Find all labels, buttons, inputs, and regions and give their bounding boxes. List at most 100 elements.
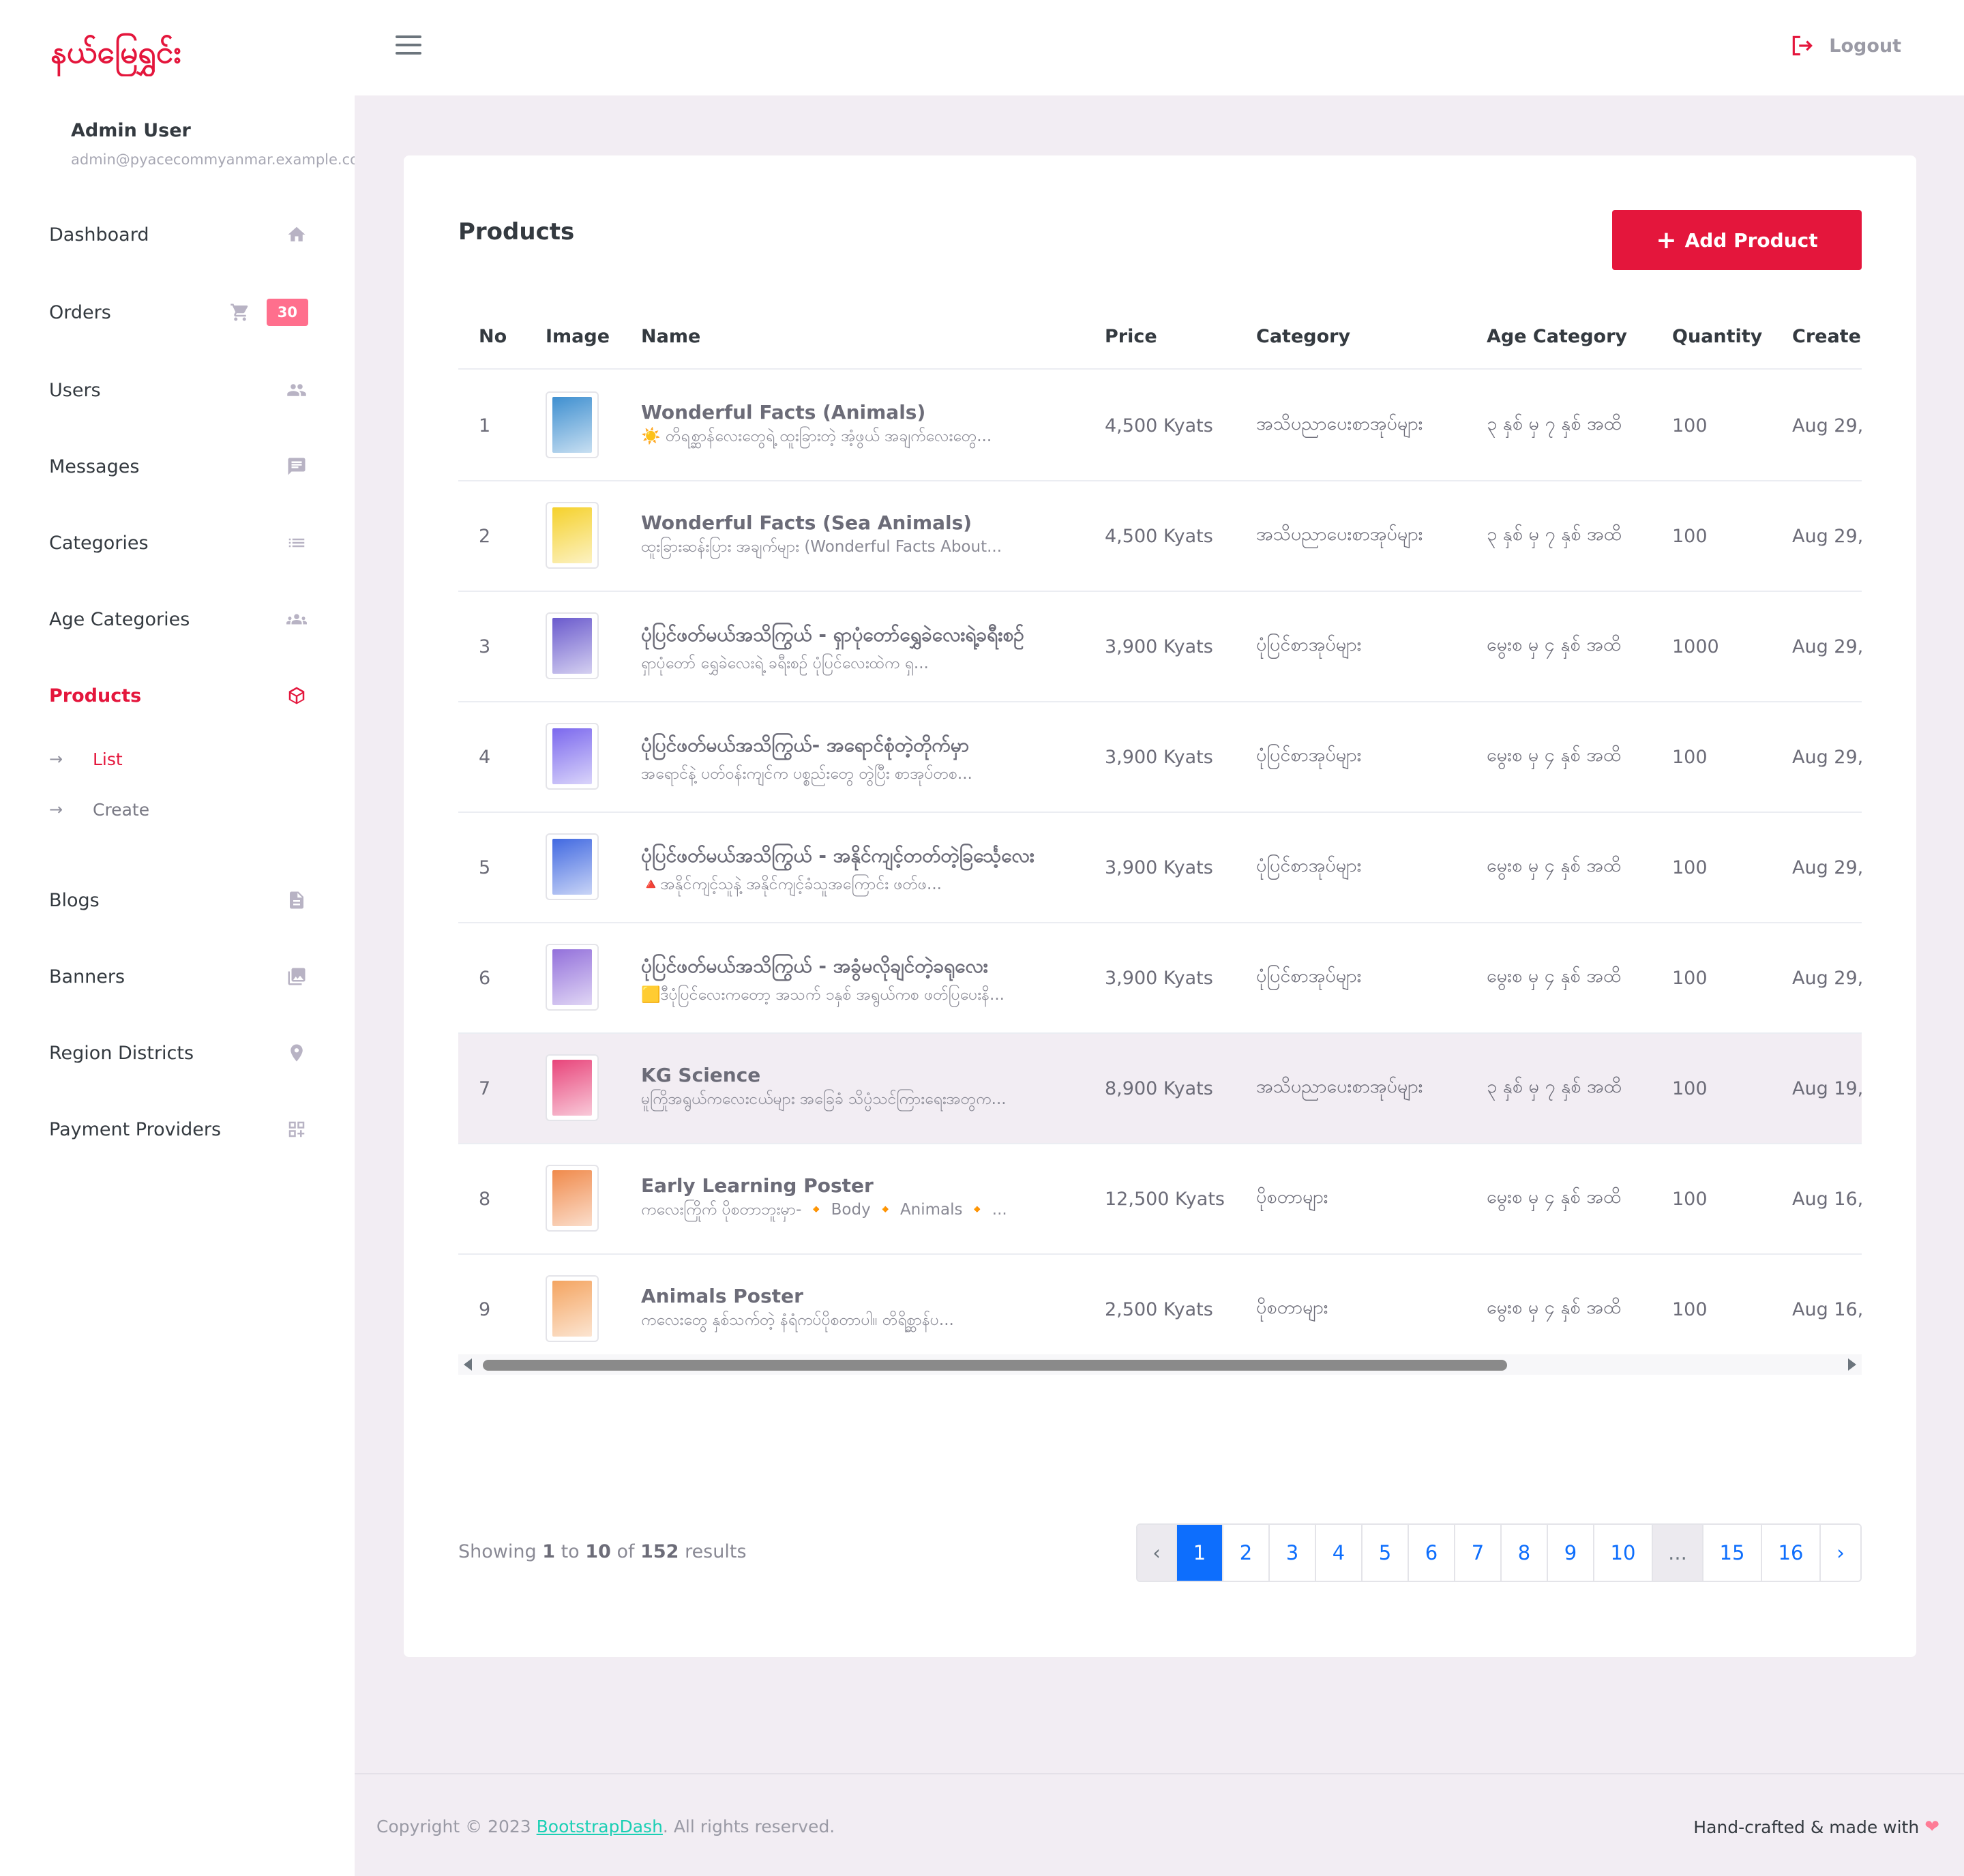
pagination-page-1[interactable]: 1 bbox=[1177, 1525, 1223, 1581]
pagination-page-15[interactable]: 15 bbox=[1703, 1525, 1762, 1581]
sidebar-item-products[interactable]: Products bbox=[49, 668, 308, 723]
pagination-page-7[interactable]: 7 bbox=[1455, 1525, 1502, 1581]
copyright: Copyright © 2023 BootstrapDash. All righ… bbox=[376, 1817, 835, 1836]
sidebar-subitem-create[interactable]: → Create bbox=[49, 792, 149, 827]
sidebar-item-dashboard[interactable]: Dashboard bbox=[49, 207, 308, 262]
product-name[interactable]: ပုံပြင်ဖတ်မယ်အသိကြွယ် - အခွံမလိုချင်တဲ့ခ… bbox=[641, 953, 1077, 982]
product-name[interactable]: ပုံပြင်ဖတ်မယ်အသိကြွယ် - အနိုင်ကျင့်တတ်တဲ… bbox=[641, 843, 1077, 872]
column-header-category[interactable]: Category bbox=[1256, 326, 1350, 347]
column-header-price[interactable]: Price bbox=[1105, 326, 1157, 347]
cell-category: ပုံပြင်စာအုပ်များ bbox=[1256, 634, 1362, 655]
product-name[interactable]: Wonderful Facts (Animals) bbox=[641, 401, 1077, 423]
pagination-page-4[interactable]: 4 bbox=[1316, 1525, 1363, 1581]
product-image[interactable] bbox=[546, 1165, 599, 1232]
pagination-page-3[interactable]: 3 bbox=[1270, 1525, 1316, 1581]
pagination-page-6[interactable]: 6 bbox=[1409, 1525, 1455, 1581]
column-header-created[interactable]: Created bbox=[1792, 326, 1862, 347]
sidebar-item-label: Payment Providers bbox=[49, 1118, 222, 1140]
product-name[interactable]: KG Science bbox=[641, 1064, 1077, 1086]
table-row[interactable]: 3 ပုံပြင်ဖတ်မယ်အသိကြွယ် - ရှာပုံတော်ရွှေခ… bbox=[458, 592, 1862, 702]
product-description: ကလေးတွေ နှစ်သက်တဲ့ နံရံကပ်ပိုစတာပါ။ တိရိ… bbox=[641, 1311, 954, 1329]
product-image[interactable] bbox=[546, 502, 599, 569]
sidebar-item-banners[interactable]: Banners bbox=[49, 949, 308, 1004]
product-image[interactable] bbox=[546, 1275, 599, 1342]
pagination-next[interactable]: › bbox=[1821, 1525, 1860, 1581]
column-header-quantity[interactable]: Quantity bbox=[1672, 326, 1762, 347]
sidebar-item-label: Messages bbox=[49, 456, 140, 477]
logout-button[interactable]: Logout bbox=[1789, 33, 1901, 59]
cell-category: အသိပညာပေးစာအုပ်များ bbox=[1256, 524, 1423, 545]
table-row[interactable]: 1 Wonderful Facts (Animals) ☀️ တိရစ္ဆာန်လေ… bbox=[458, 371, 1862, 481]
cell-price: 3,900 Kyats bbox=[1105, 636, 1213, 657]
product-image[interactable] bbox=[546, 1054, 599, 1121]
product-image[interactable] bbox=[546, 612, 599, 679]
cell-no: 7 bbox=[479, 1077, 491, 1099]
sidebar-item-payment-providers[interactable]: Payment Providers bbox=[49, 1102, 308, 1157]
cell-price: 2,500 Kyats bbox=[1105, 1298, 1213, 1320]
cell-age-category: မွေးစ မှ ၄ နှစ် အထိ bbox=[1487, 745, 1622, 766]
cell-quantity: 100 bbox=[1672, 857, 1708, 878]
pagination-page-9[interactable]: 9 bbox=[1548, 1525, 1594, 1581]
table-row[interactable]: 8 Early Learning Poster ကလေးကြိုက် ပိုစတာဘ… bbox=[458, 1144, 1862, 1255]
product-name[interactable]: ပုံပြင်ဖတ်မယ်အသိကြွယ်- အရောင်စုံတဲ့တိုက်… bbox=[641, 732, 1077, 761]
sidebar-item-orders[interactable]: Orders 30 bbox=[49, 285, 308, 340]
cell-created: Aug 29, bbox=[1792, 636, 1862, 657]
sidebar-item-messages[interactable]: Messages bbox=[49, 439, 308, 494]
pagination-page-8[interactable]: 8 bbox=[1502, 1525, 1548, 1581]
add-product-button[interactable]: + Add Product bbox=[1612, 210, 1862, 270]
qrcode-icon bbox=[285, 1118, 308, 1141]
product-description: 🔺အနိုင်ကျင့်သူနဲ့ အနိုင်ကျင့်ခံသူအကြောင်… bbox=[641, 876, 942, 893]
made-with: Hand-crafted & made with ❤ bbox=[1693, 1817, 1939, 1837]
pagination-page-5[interactable]: 5 bbox=[1363, 1525, 1409, 1581]
sidebar-item-age-categories[interactable]: Age Categories bbox=[49, 592, 308, 646]
cell-age-category: မွေးစ မှ ၄ နှစ် အထိ bbox=[1487, 855, 1622, 876]
product-image[interactable] bbox=[546, 833, 599, 900]
product-name[interactable]: Wonderful Facts (Sea Animals) bbox=[641, 511, 1077, 534]
product-image[interactable] bbox=[546, 944, 599, 1011]
book-cover-icon bbox=[552, 839, 592, 895]
pagination-page-10[interactable]: 10 bbox=[1594, 1525, 1653, 1581]
brand-logo[interactable]: နယ်မြေရွှင်း bbox=[49, 27, 240, 76]
product-image[interactable] bbox=[546, 391, 599, 458]
pagination-page-16[interactable]: 16 bbox=[1762, 1525, 1821, 1581]
scroll-right-icon[interactable] bbox=[1848, 1358, 1856, 1371]
cell-age-category: ၃ နှစ် မှ ၇ နှစ် အထိ bbox=[1487, 1076, 1622, 1097]
column-header-name[interactable]: Name bbox=[641, 326, 700, 347]
sidebar-item-categories[interactable]: Categories bbox=[49, 516, 308, 570]
menu-toggle-icon[interactable] bbox=[396, 35, 421, 56]
pagination-prev[interactable]: ‹ bbox=[1137, 1525, 1177, 1581]
sidebar-item-label: Orders bbox=[49, 301, 111, 323]
cell-price: 3,900 Kyats bbox=[1105, 857, 1213, 878]
column-header-image[interactable]: Image bbox=[546, 326, 610, 347]
cell-no: 9 bbox=[479, 1298, 491, 1320]
sidebar-item-label: Products bbox=[49, 685, 142, 706]
table-row[interactable]: 5 ပုံပြင်ဖတ်မယ်အသိကြွယ် - အနိုင်ကျင့်တတ်တ… bbox=[458, 813, 1862, 923]
table-row[interactable]: 9 Animals Poster ကလေးတွေ နှစ်သက်တဲ့ နံရံကပ… bbox=[458, 1255, 1862, 1349]
horizontal-scrollbar[interactable] bbox=[458, 1354, 1862, 1375]
sidebar-item-region-districts[interactable]: Region Districts bbox=[49, 1026, 308, 1080]
book-cover-icon bbox=[552, 618, 592, 674]
product-name[interactable]: ပုံပြင်ဖတ်မယ်အသိကြွယ် - ရှာပုံတော်ရွှေခဲ… bbox=[641, 622, 1077, 651]
cell-quantity: 100 bbox=[1672, 525, 1708, 547]
table-row[interactable]: 7 KG Science မူကြိုအရွယ်ကလေးငယ်များ အခြေခံ… bbox=[458, 1034, 1862, 1144]
table-row[interactable]: 6 ပုံပြင်ဖတ်မယ်အသိကြွယ် - အခွံမလိုချင်တဲ့… bbox=[458, 923, 1862, 1034]
logout-label: Logout bbox=[1829, 35, 1901, 57]
table-row[interactable]: 2 Wonderful Facts (Sea Animals) ထူးခြားဆန်… bbox=[458, 481, 1862, 592]
column-header-age-category[interactable]: Age Category bbox=[1487, 326, 1627, 347]
cell-quantity: 100 bbox=[1672, 1298, 1708, 1320]
bootstrapdash-link[interactable]: BootstrapDash bbox=[537, 1817, 663, 1836]
pagination-page-2[interactable]: 2 bbox=[1223, 1525, 1270, 1581]
product-name[interactable]: Animals Poster bbox=[641, 1285, 1077, 1307]
column-header-no[interactable]: No bbox=[479, 326, 507, 347]
table-row[interactable]: 4 ပုံပြင်ဖတ်မယ်အသိကြွယ်- အရောင်စုံတဲ့တိုက… bbox=[458, 702, 1862, 813]
scrollbar-thumb[interactable] bbox=[483, 1360, 1507, 1371]
cube-icon bbox=[285, 684, 308, 707]
sidebar-item-users[interactable]: Users bbox=[49, 363, 308, 417]
sidebar-item-label: Region Districts bbox=[49, 1042, 194, 1064]
sidebar-subitem-list[interactable]: → List bbox=[49, 742, 123, 776]
product-name[interactable]: Early Learning Poster bbox=[641, 1174, 1077, 1197]
user-email: admin@pyacecommyanmar.example.com bbox=[71, 151, 355, 168]
scroll-left-icon[interactable] bbox=[464, 1358, 472, 1371]
product-image[interactable] bbox=[546, 723, 599, 790]
sidebar-item-blogs[interactable]: Blogs bbox=[49, 873, 308, 927]
